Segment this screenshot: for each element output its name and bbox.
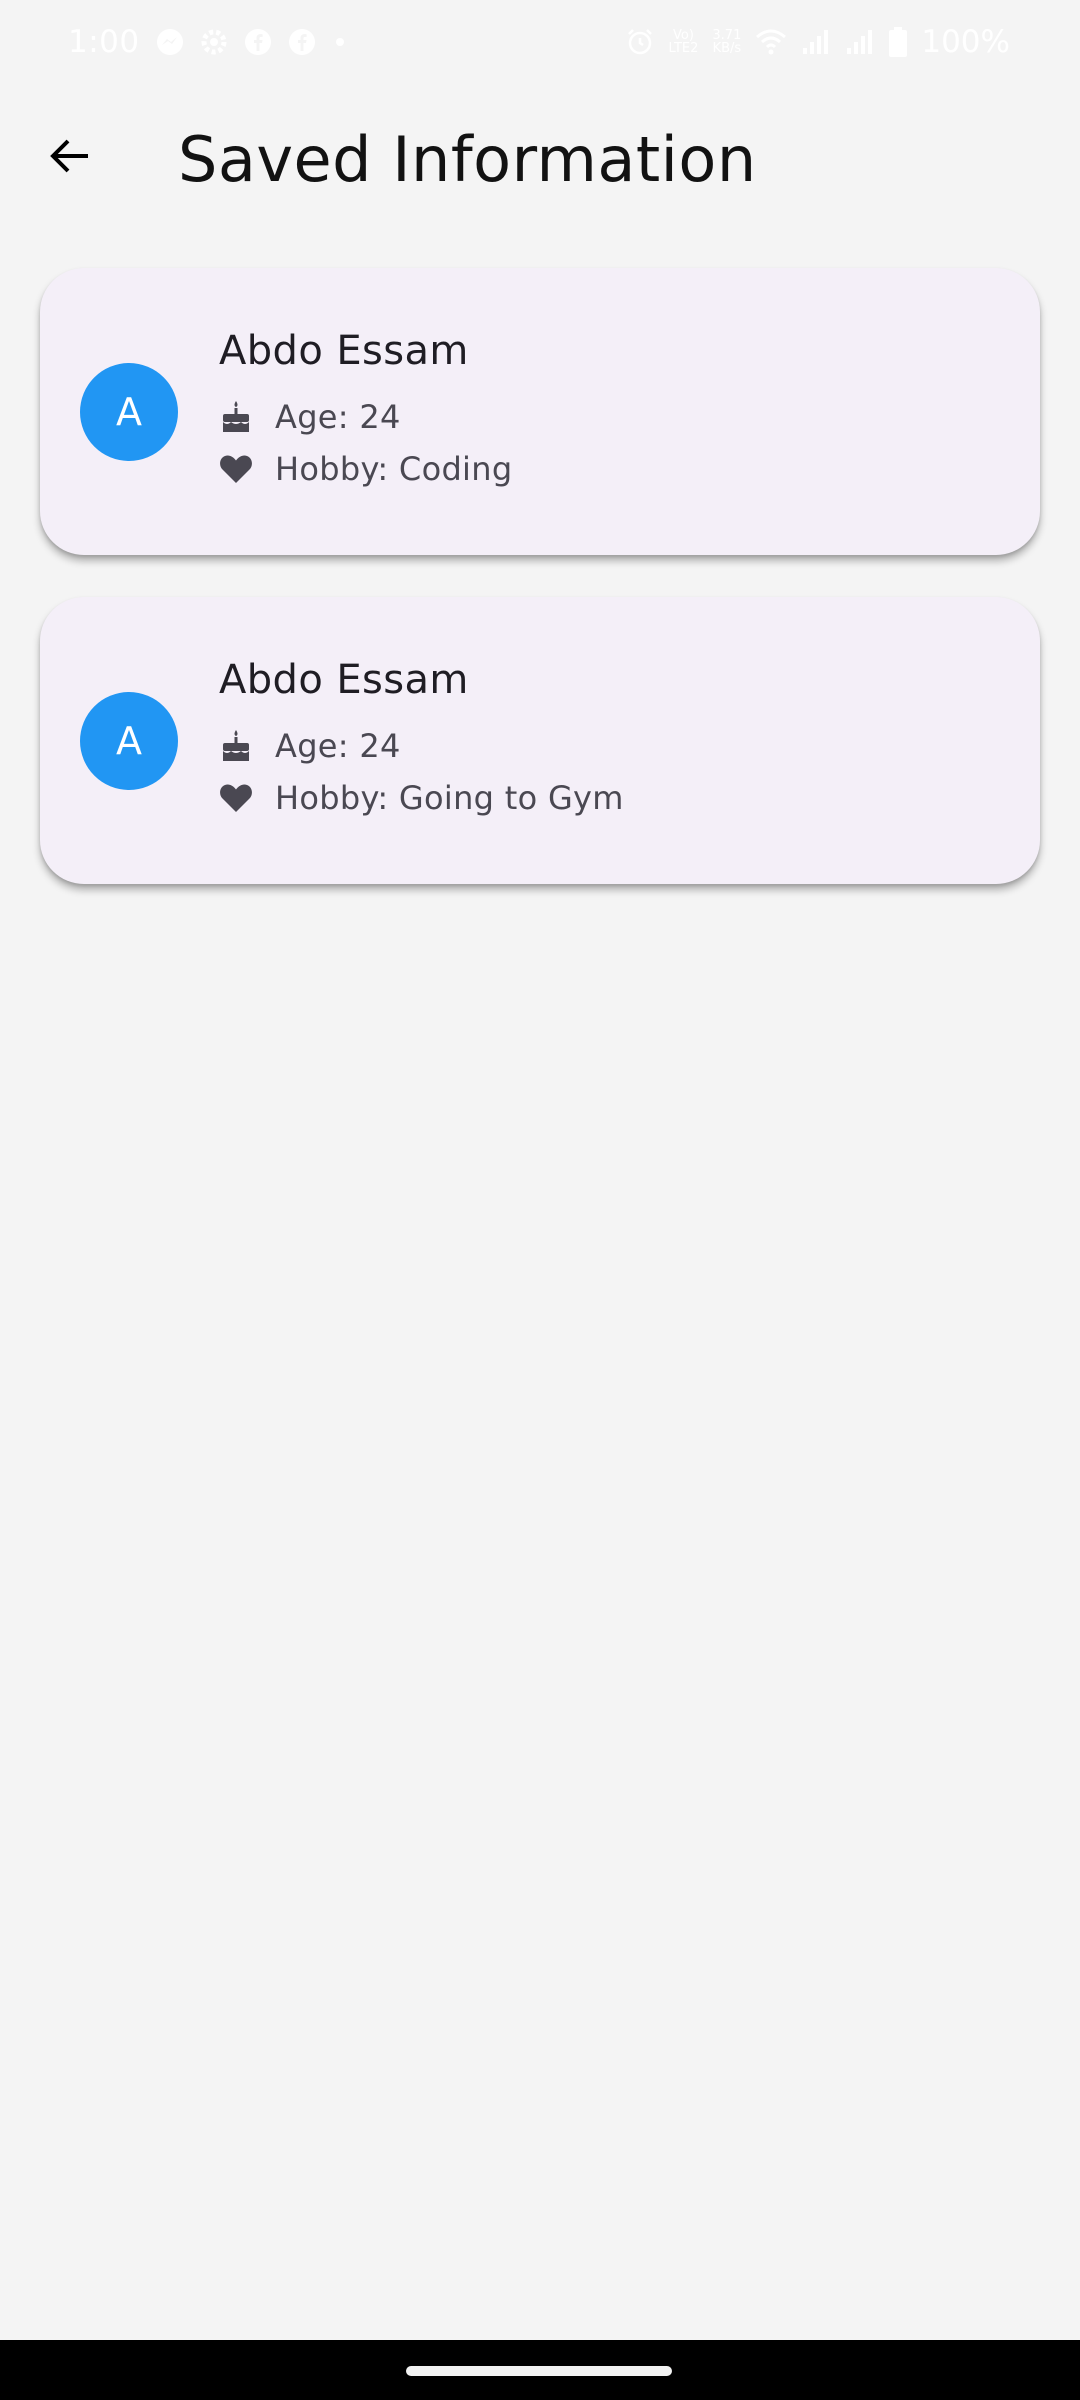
hobby-row: Hobby: Going to Gym [219,779,624,817]
navigation-bar [0,2340,1080,2400]
messenger-icon [156,28,184,56]
app-bar: Saved Information [0,100,1080,220]
age-text: Age: 24 [275,727,401,765]
arrow-back-icon [48,134,92,182]
saved-info-list: A Abdo Essam Age: 24 Hobby: Coding A Abd… [40,268,1040,926]
status-time: 1:00 [68,24,140,60]
age-text: Age: 24 [275,398,401,436]
signal-strength-icon [801,28,831,56]
dot-icon [332,34,348,50]
status-bar-right: Vo) LTE2 3.71 KB/s 100% [625,24,1010,60]
card-name: Abdo Essam [219,328,469,374]
settings-gear-icon [200,28,228,56]
facebook-icon [288,28,316,56]
avatar: A [80,692,178,790]
speed-unit: KB/s [712,41,742,56]
network-speed: 3.71 KB/s [712,29,741,55]
facebook-icon [244,28,272,56]
cake-icon [219,400,253,434]
saved-info-card[interactable]: A Abdo Essam Age: 24 Hobby: Going to Gym [40,597,1040,884]
page-title: Saved Information [178,123,757,196]
heart-icon [219,452,253,486]
card-name: Abdo Essam [219,657,469,703]
battery-percent: 100% [921,24,1010,60]
age-row: Age: 24 [219,398,401,436]
network-label-bottom: LTE2 [668,41,699,56]
home-indicator[interactable] [406,2366,672,2376]
volte-indicator: Vo) LTE2 [669,29,699,55]
avatar: A [80,363,178,461]
status-bar-left: 1:00 [68,24,348,60]
hobby-row: Hobby: Coding [219,450,512,488]
signal-strength-icon [845,28,875,56]
hobby-text: Hobby: Going to Gym [275,779,624,817]
status-bar: 1:00 Vo) LTE2 3.71 KB/s 100% [0,0,1080,90]
cake-icon [219,729,253,763]
wifi-icon [755,28,787,56]
alarm-icon [625,27,655,57]
saved-info-card[interactable]: A Abdo Essam Age: 24 Hobby: Coding [40,268,1040,555]
hobby-text: Hobby: Coding [275,450,513,488]
age-row: Age: 24 [219,727,401,765]
battery-icon [889,27,908,57]
back-button[interactable] [30,118,110,198]
heart-icon [219,781,253,815]
